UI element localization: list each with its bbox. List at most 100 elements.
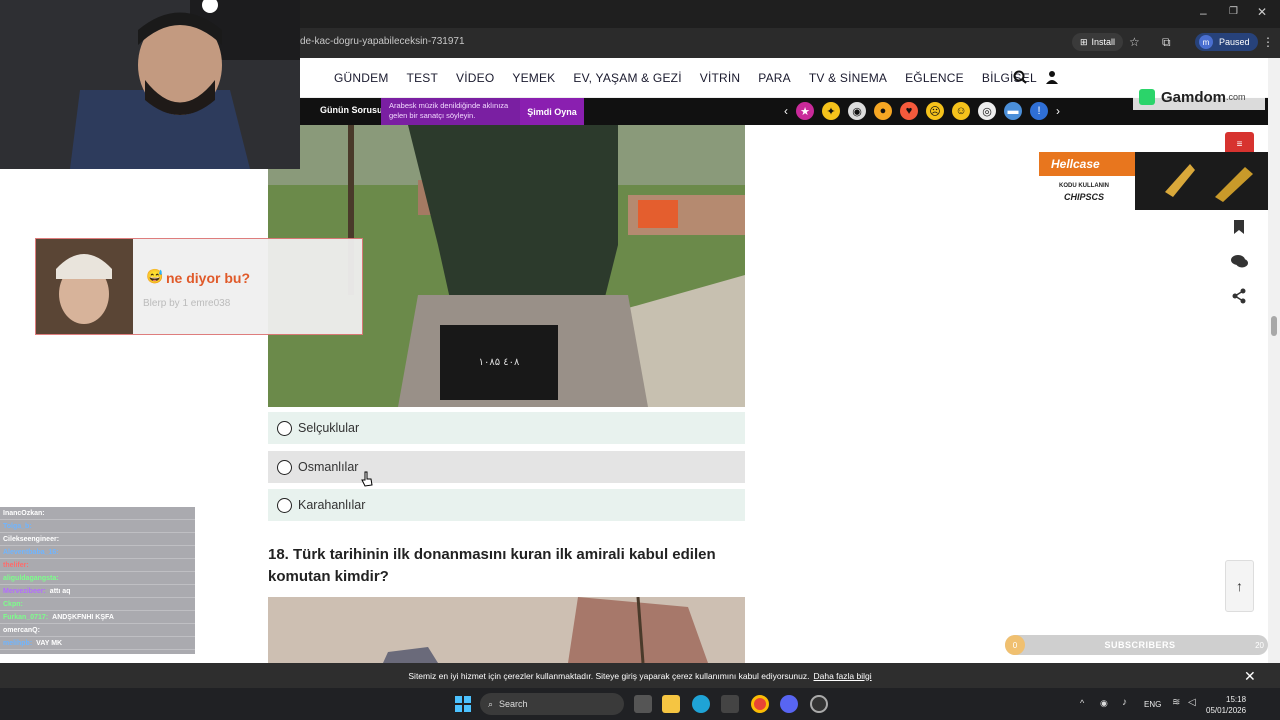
daily-question-text[interactable]: Arabesk müzik denildiğinde aklınıza gele… [381,98,520,125]
radio-icon[interactable] [277,497,292,513]
answer-option[interactable]: Osmanlılar [268,451,745,483]
discord-tray-icon[interactable]: ◉ [1100,698,1108,709]
stream-chat: InancOzkan: Tolga_b: Cilekseengineer: Aleve… [0,507,195,654]
chat-username[interactable]: Aleventbaba_16: [3,549,59,556]
menu-dots-icon[interactable]: ⋮ [1262,35,1274,49]
nav-item-gundem[interactable]: GÜNDEM [334,71,389,85]
install-button[interactable]: ⊞ Install [1072,33,1124,51]
chat-username[interactable]: InancOzkan: [3,510,45,517]
chevron-left-icon[interactable]: ‹ [784,104,788,118]
discord-icon[interactable] [780,695,798,713]
site-nav: GÜNDEM TEST VİDEO YEMEK EV, YAŞAM & GEZİ… [300,58,1268,98]
chat-message: Cilekseengineer: [0,533,195,546]
arrow-up-icon: ↑ [1236,578,1243,594]
answer-option[interactable]: Selçuklular [268,412,745,444]
search-icon[interactable] [1013,70,1027,84]
url-text[interactable]: de-kac-dogru-yapabileceksin-731971 [300,36,465,47]
wifi-icon[interactable]: ≋ [1172,697,1180,708]
share-icon[interactable] [1228,285,1250,307]
store-icon[interactable] [721,695,739,713]
nav-item-ev-yasam[interactable]: EV, YAŞAM & GEZİ [573,71,681,85]
alert-title: ne diyor bu? [166,270,250,286]
chat-username[interactable]: Furkan_0717: [3,614,48,621]
svg-text:۱٠۸۵ ٤٠٨: ۱٠۸۵ ٤٠٨ [479,357,520,368]
reaction-icon[interactable]: ◉ [848,102,866,120]
hellcase-ad[interactable]: Hellcase KODU KULLANIN CHIPSCS [1039,152,1270,210]
nav-item-para[interactable]: PARA [758,71,791,85]
cookie-more-link[interactable]: Daha fazla bilgi [813,671,871,681]
obs-icon[interactable] [810,695,828,713]
taskbar-search[interactable]: ⌕ Search [480,693,624,715]
bookmark-icon[interactable] [1228,216,1250,238]
clock[interactable]: 15:18 05/01/2026 [1206,694,1246,716]
cookie-banner: Sitemiz en iyi hizmet için çerezler kull… [0,663,1280,688]
chat-username[interactable]: omercanQ: [3,627,40,634]
reaction-icon[interactable]: ● [874,102,892,120]
restore-icon[interactable]: ❐ [1229,6,1238,17]
bookmark-star-icon[interactable]: ☆ [1129,35,1140,49]
comments-icon[interactable] [1228,250,1250,272]
minimize-icon[interactable]: – [1200,6,1207,20]
reaction-icon[interactable]: ▬ [1004,102,1022,120]
reaction-icon[interactable]: ☹ [926,102,944,120]
task-view-icon[interactable] [634,695,652,713]
chat-username[interactable]: Cilekseengineer: [3,536,59,543]
nav-item-video[interactable]: VİDEO [456,71,494,85]
reaction-icon[interactable]: ! [1030,102,1048,120]
nav-item-tv-sinema[interactable]: TV & SİNEMA [809,71,887,85]
chevron-right-icon[interactable]: › [1056,104,1060,118]
language-indicator[interactable]: ENG [1144,700,1161,709]
chat-message: Tolga_b: [0,520,195,533]
chat-message: thelifer: [0,559,195,572]
close-window-icon[interactable]: ✕ [1257,5,1267,19]
nav-item-yemek[interactable]: YEMEK [512,71,555,85]
gunun-sorusu-label[interactable]: Günün Sorusu [320,105,383,115]
webcam-overlay [0,0,300,169]
chat-username[interactable]: Ckpn: [3,601,23,608]
reaction-icon[interactable]: ★ [796,102,814,120]
chrome-icon[interactable] [751,695,769,713]
radio-icon[interactable] [277,420,292,436]
nav-item-test[interactable]: TEST [407,71,438,85]
reaction-icon[interactable]: ✦ [822,102,840,120]
microphone-icon[interactable]: ♪ [1122,697,1127,708]
gamdom-overlay: Gamdom .com [1133,84,1265,110]
chat-text: ANDŞKFNHI KŞFA [52,614,114,621]
chat-username[interactable]: Tolga_b: [3,523,32,530]
nav-item-bilgisel[interactable]: BİLGİSEL [982,71,1037,85]
edge-icon[interactable] [692,695,710,713]
close-icon[interactable]: ✕ [1244,668,1256,685]
play-now-button[interactable]: Şimdi Oyna [520,98,584,125]
nav-item-eglence[interactable]: EĞLENCE [905,71,964,85]
profile-paused-button[interactable]: m Paused [1195,33,1258,51]
page-scrollbar[interactable] [1268,58,1280,663]
answer-option[interactable]: Karahanlılar [268,489,745,521]
user-icon[interactable] [1045,70,1059,84]
chat-username[interactable]: thelifer: [3,562,29,569]
chat-username[interactable]: Mervezibeer: [3,588,46,595]
reaction-icon[interactable]: ☺ [952,102,970,120]
chat-message: melihpb: VAY MK [0,637,195,650]
extensions-icon[interactable]: ⧉ [1162,35,1171,50]
scroll-to-top-button[interactable]: ↑ [1225,560,1254,612]
gamdom-logo-icon [1139,89,1155,105]
reaction-icon[interactable]: ◎ [978,102,996,120]
file-explorer-icon[interactable] [662,695,680,713]
chat-username[interactable]: aliguldagangsta: [3,575,59,582]
windows-start-icon[interactable] [455,696,471,712]
volume-icon[interactable]: ◁ [1188,697,1196,708]
chat-message: aliguldagangsta: [0,572,195,585]
chat-username[interactable]: melihpb: [3,640,32,647]
chat-message: Mervezibeer: attı aq [0,585,195,598]
scrollbar-thumb[interactable] [1271,316,1277,336]
chat-message: Aleventbaba_16: [0,546,195,559]
reaction-icon[interactable]: ♥ [900,102,918,120]
nav-item-vitrin[interactable]: VİTRİN [700,71,741,85]
tray-chevron-icon[interactable]: ^ [1080,698,1084,708]
search-icon: ⌕ [488,698,494,709]
chat-message: Ckpn: [0,598,195,611]
radio-icon[interactable] [277,459,292,475]
alert-image [36,239,133,334]
subscribers-goal-bar: 0 SUBSCRIBERS 20 [1005,635,1268,655]
install-icon: ⊞ [1080,36,1088,47]
